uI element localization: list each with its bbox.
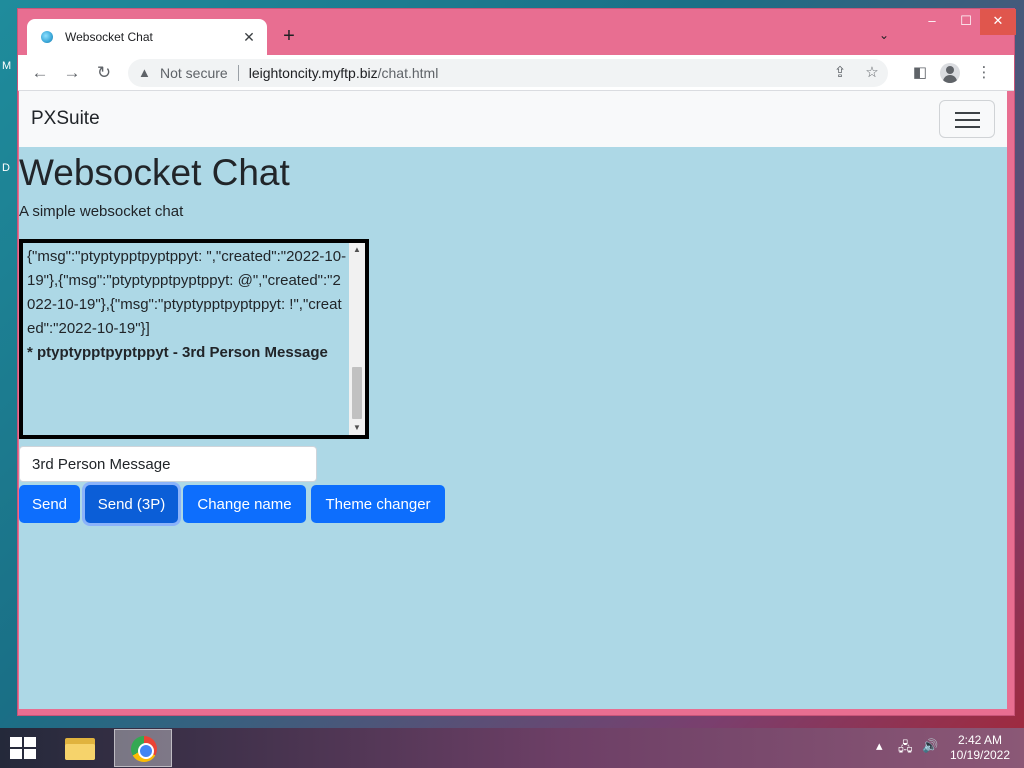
address-divider: [237, 65, 239, 81]
navbar: PXSuite: [19, 91, 1007, 147]
address-bar[interactable]: ▲ Not secure leightoncity.myftp.biz/chat…: [128, 59, 888, 87]
scroll-up-arrow-icon[interactable]: ▲: [349, 243, 365, 257]
chat-log[interactable]: {"msg":"ptyptypptpyptppyt: ","created":"…: [19, 239, 369, 439]
folder-front: [65, 744, 95, 760]
theme-changer-button[interactable]: Theme changer: [311, 485, 445, 523]
windows-start-icon[interactable]: [10, 737, 38, 761]
close-window-button[interactable]: ✕: [980, 9, 1016, 35]
send-3p-button[interactable]: Send (3P): [85, 485, 178, 523]
url-path[interactable]: /chat.html: [378, 65, 439, 81]
tab-title: Websocket Chat: [65, 30, 153, 44]
start-tile: [10, 749, 22, 759]
start-tile: [24, 749, 36, 759]
chat-log-text: {"msg":"ptyptypptpyptppyt: ","created":"…: [27, 245, 349, 433]
bookmark-star-icon[interactable]: ☆: [862, 63, 882, 83]
profile-avatar-icon[interactable]: [940, 63, 960, 83]
taskbar-clock[interactable]: 2:42 AM 10/19/2022: [944, 733, 1016, 763]
side-panel-icon[interactable]: ◧: [908, 61, 932, 85]
maximize-button[interactable]: ☐: [948, 9, 984, 35]
file-explorer-icon[interactable]: [62, 734, 98, 762]
chat-log-raw-json: {"msg":"ptyptypptpyptppyt: ","created":"…: [27, 248, 347, 337]
chat-log-latest-message: * ptyptypptpyptppyt - 3rd Person Message: [27, 344, 328, 361]
hamburger-menu-icon[interactable]: [939, 100, 995, 138]
browser-window: Websocket Chat ✕ + ⌄ – ☐ ✕ ← → ↻ ▲ Not s…: [17, 8, 1016, 716]
volume-icon[interactable]: 🔊: [922, 738, 938, 754]
page-viewport: PXSuite Websocket Chat A simple websocke…: [19, 91, 1007, 709]
warning-triangle-icon[interactable]: ▲: [138, 66, 152, 80]
desktop-icon-label-d: D: [2, 162, 10, 174]
network-icon[interactable]: 🖧: [898, 738, 913, 760]
scroll-down-arrow-icon[interactable]: ▼: [349, 421, 365, 435]
clock-date: 10/19/2022: [949, 748, 1011, 762]
share-icon[interactable]: ⇪: [830, 63, 850, 83]
start-tile: [10, 737, 22, 747]
reload-icon[interactable]: ↻: [92, 61, 116, 85]
desktop-icon-label-m: M: [2, 60, 12, 72]
new-tab-plus-icon[interactable]: +: [278, 25, 300, 47]
show-hidden-icons-chevron-icon[interactable]: ▴: [876, 738, 883, 754]
page-subtitle: A simple websocket chat: [19, 203, 184, 220]
chevron-down-icon[interactable]: ⌄: [876, 27, 892, 43]
chat-log-scrollbar[interactable]: ▲ ▼: [349, 243, 365, 435]
url-host[interactable]: leightoncity.myftp.biz: [249, 65, 378, 81]
browser-titlebar: Websocket Chat ✕ + ⌄ – ☐ ✕: [18, 9, 1016, 55]
not-secure-label[interactable]: Not secure: [160, 65, 228, 81]
globe-favicon-icon: [41, 31, 53, 43]
navbar-brand[interactable]: PXSuite: [31, 108, 100, 130]
clock-time: 2:42 AM: [957, 733, 1003, 747]
scrollbar-thumb[interactable]: [352, 367, 362, 419]
tab-websocket-chat[interactable]: Websocket Chat ✕: [27, 19, 267, 55]
back-arrow-icon[interactable]: ←: [28, 61, 52, 85]
hamburger-line: [955, 119, 980, 121]
page-title: Websocket Chat: [19, 152, 290, 193]
minimize-button[interactable]: –: [914, 9, 950, 35]
browser-toolbar: ← → ↻ ▲ Not secure leightoncity.myftp.bi…: [18, 55, 1014, 91]
start-tile: [24, 737, 36, 747]
chrome-icon: [131, 736, 157, 762]
kebab-menu-icon[interactable]: ⋮: [972, 61, 996, 85]
forward-arrow-icon[interactable]: →: [60, 61, 84, 85]
taskbar-chrome-button[interactable]: [114, 729, 172, 767]
change-name-button[interactable]: Change name: [183, 485, 306, 523]
taskbar: ▴ 🖧 🔊 2:42 AM 10/19/2022: [0, 728, 1024, 768]
message-input[interactable]: [19, 446, 317, 482]
hamburger-line: [955, 126, 980, 128]
close-tab-icon[interactable]: ✕: [241, 29, 257, 45]
hamburger-line: [955, 112, 980, 114]
send-button[interactable]: Send: [19, 485, 80, 523]
